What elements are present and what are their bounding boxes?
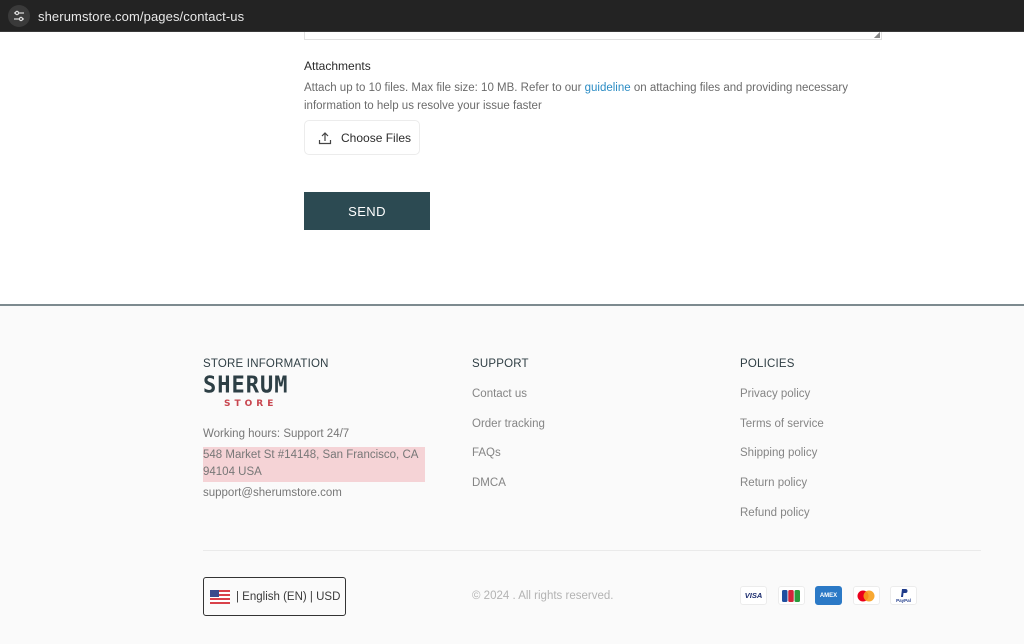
message-textarea[interactable]: ◢ (304, 31, 882, 40)
contact-form-section: ◢ Attachments Attach up to 10 files. Max… (0, 31, 1024, 304)
policies-column: POLICIES Privacy policy Terms of service… (740, 358, 824, 535)
visa-icon: VISA (740, 586, 767, 605)
copyright-text: © 2024 . All rights reserved. (472, 590, 614, 602)
paypal-label: PayPal (896, 597, 911, 603)
amex-icon: AMEX (815, 586, 842, 605)
footer-link-contact-us[interactable]: Contact us (472, 387, 545, 417)
locale-currency-selector[interactable]: | English (EN) | USD (203, 577, 346, 616)
footer-link-return-policy[interactable]: Return policy (740, 476, 824, 506)
attachments-description: Attach up to 10 files. Max file size: 10… (304, 80, 874, 115)
guideline-link[interactable]: guideline (585, 82, 631, 94)
choose-files-label: Choose Files (341, 130, 412, 145)
footer-divider (203, 550, 981, 551)
resize-grip-icon[interactable]: ◢ (874, 31, 880, 39)
payment-methods: VISA AMEX PayPal (740, 586, 928, 605)
support-email[interactable]: support@sherumstore.com (203, 485, 425, 503)
footer-link-order-tracking[interactable]: Order tracking (472, 417, 545, 447)
url-text[interactable]: sherumstore.com/pages/contact-us (38, 9, 244, 24)
attachments-title: Attachments (304, 59, 371, 73)
footer-link-shipping-policy[interactable]: Shipping policy (740, 446, 824, 476)
support-column: SUPPORT Contact us Order tracking FAQs D… (472, 358, 545, 506)
mastercard-icon (852, 586, 880, 605)
paypal-icon: PayPal (890, 586, 917, 605)
store-information-column: STORE INFORMATION SHERUM STORE Working h… (203, 358, 425, 502)
footer-link-faqs[interactable]: FAQs (472, 446, 545, 476)
choose-files-button[interactable]: Choose Files (304, 120, 420, 155)
browser-address-bar: sherumstore.com/pages/contact-us (0, 0, 1024, 32)
working-hours: Working hours: Support 24/7 (203, 428, 350, 440)
attachments-desc-text: Attach up to 10 files. Max file size: 10… (304, 82, 585, 94)
logo-sub-text: STORE (224, 399, 278, 409)
logo-main-text: SHERUM (203, 372, 289, 399)
support-links: Contact us Order tracking FAQs DMCA (472, 387, 545, 506)
us-flag-icon (210, 589, 230, 604)
support-heading: SUPPORT (472, 358, 529, 370)
footer: STORE INFORMATION SHERUM STORE Working h… (0, 304, 1024, 644)
jcb-icon (777, 586, 805, 605)
locale-label: | English (EN) | USD (236, 590, 341, 603)
policies-links: Privacy policy Terms of service Shipping… (740, 387, 824, 535)
store-address: 548 Market St #14148, San Francisco, CA … (203, 446, 425, 482)
store-information-heading: STORE INFORMATION (203, 358, 329, 370)
upload-icon (318, 131, 332, 144)
policies-heading: POLICIES (740, 358, 795, 370)
footer-link-privacy-policy[interactable]: Privacy policy (740, 387, 824, 417)
tune-icon[interactable] (8, 5, 30, 27)
footer-link-terms-of-service[interactable]: Terms of service (740, 417, 824, 447)
send-button[interactable]: SEND (304, 192, 430, 230)
url-field[interactable]: sherumstore.com/pages/contact-us (8, 4, 1024, 28)
footer-link-dmca[interactable]: DMCA (472, 476, 545, 506)
store-logo[interactable]: SHERUM STORE (203, 372, 303, 409)
footer-link-refund-policy[interactable]: Refund policy (740, 506, 824, 536)
